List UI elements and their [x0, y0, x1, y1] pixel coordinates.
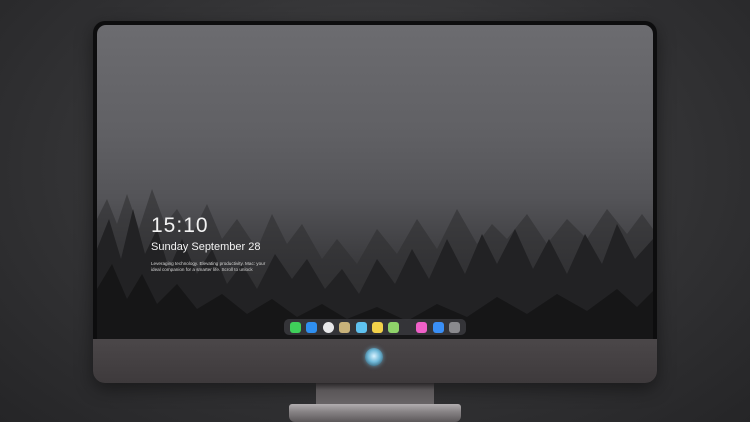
messages-icon[interactable]	[289, 321, 301, 333]
imac-monitor: 15:10 Sunday September 28 Leveraging tec…	[93, 21, 657, 383]
camera-icon[interactable]	[449, 321, 461, 333]
music-icon[interactable]	[416, 321, 428, 333]
safari-icon[interactable]	[322, 321, 334, 333]
lock-info: 15:10 Sunday September 28 Leveraging tec…	[151, 214, 271, 272]
clock-time: 15:10	[151, 214, 209, 237]
dock	[284, 319, 466, 335]
lock-screen[interactable]: 15:10 Sunday September 28 Leveraging tec…	[97, 25, 653, 339]
notes-icon[interactable]	[371, 321, 383, 333]
finder-icon[interactable]	[355, 321, 367, 333]
lock-tagline: Leveraging technology. Elevating product…	[151, 261, 266, 272]
monitor-chin	[93, 339, 657, 383]
stand-base	[289, 404, 461, 422]
clock-date: Sunday September 28	[151, 241, 261, 253]
brand-logo-icon	[365, 348, 383, 366]
app-store-icon[interactable]	[432, 321, 444, 333]
preview-icon[interactable]	[339, 321, 351, 333]
mail-icon[interactable]	[306, 321, 318, 333]
photos-icon[interactable]	[388, 321, 400, 333]
